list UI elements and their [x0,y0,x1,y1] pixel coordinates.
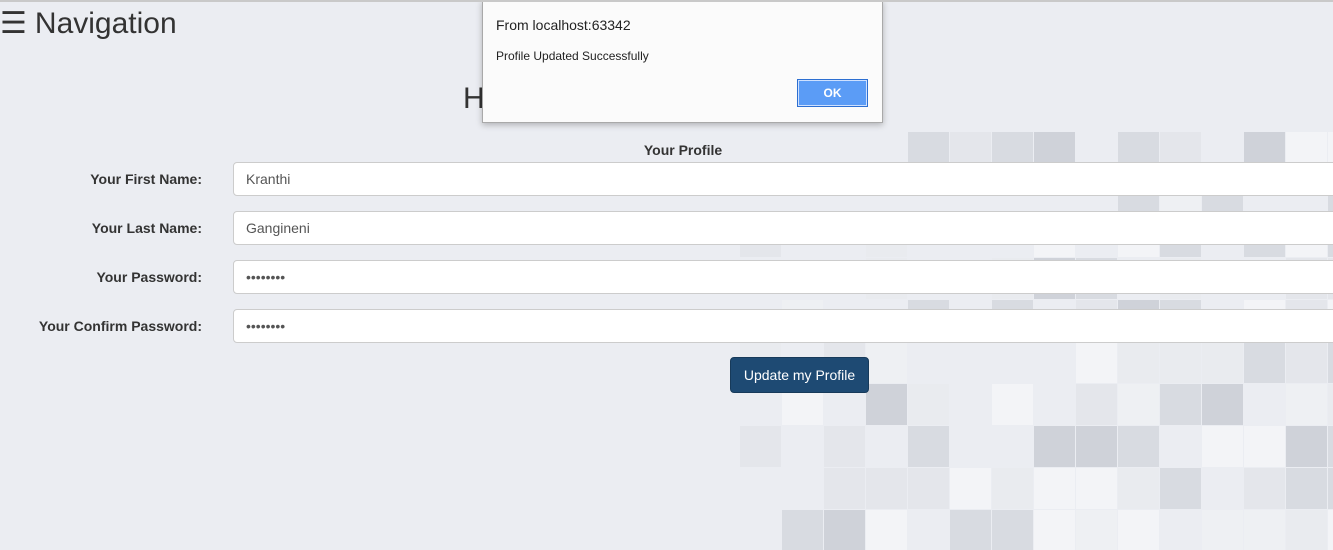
background-cube [908,468,949,509]
background-cube [1286,510,1327,550]
last-name-input[interactable] [233,211,1333,245]
hamburger-icon: ☰ [0,7,27,40]
background-cube [908,384,949,425]
background-cube [1286,468,1327,509]
background-cube [908,426,949,467]
last-name-row: Your Last Name: [0,211,1333,245]
background-cube [1244,426,1285,467]
background-cube [1244,468,1285,509]
background-cube [1244,510,1285,550]
background-cube [1328,510,1333,550]
background-cube [1286,384,1327,425]
background-cube [1328,468,1333,509]
background-cube [950,510,991,550]
background-cube [782,510,823,550]
confirm-password-input[interactable] [233,309,1333,343]
navigation-label: Navigation [34,7,177,40]
confirm-password-row: Your Confirm Password: [0,309,1333,343]
background-cube [1160,468,1201,509]
background-cube [824,426,865,467]
profile-title: Your Profile [643,142,723,158]
background-cube [1076,468,1117,509]
background-cube [1244,342,1285,383]
background-cube [866,510,907,550]
background-cube [1202,510,1243,550]
update-profile-button[interactable]: Update my Profile [730,357,869,393]
page: ☰ Navigation H m Your Profile Your First… [0,0,1333,550]
background-cube [1202,384,1243,425]
background-cube [1118,342,1159,383]
background-cube [992,468,1033,509]
background-cube [1202,342,1243,383]
first-name-label: Your First Name: [90,171,202,187]
background-cube [1328,426,1333,467]
password-input[interactable] [233,260,1333,294]
first-name-row: Your First Name: [0,162,1333,196]
background-cube [1160,342,1201,383]
background-cube [1202,426,1243,467]
navigation-toggle[interactable]: ☰ Navigation [0,6,177,42]
confirm-password-label: Your Confirm Password: [38,318,202,334]
first-name-input[interactable] [233,162,1333,196]
background-cube [1076,426,1117,467]
background-cube [1160,384,1201,425]
background-cube [1034,468,1075,509]
password-row: Your Password: [0,260,1333,294]
alert-dialog: From localhost:63342 Profile Updated Suc… [482,2,883,123]
background-cube [1328,384,1333,425]
background-cube [1286,342,1327,383]
background-cube [1076,384,1117,425]
background-cube [1118,384,1159,425]
last-name-label: Your Last Name: [91,220,202,236]
alert-title: From localhost:63342 [496,17,631,33]
background-cube [950,468,991,509]
alert-message: Profile Updated Successfully [496,49,649,63]
background-cube [824,468,865,509]
background-cube [824,510,865,550]
background-cube [1076,342,1117,383]
background-cube [1286,426,1327,467]
background-cube [1118,426,1159,467]
background-cube [992,384,1033,425]
background-cube [866,384,907,425]
background-cube [992,510,1033,550]
background-cube [1328,342,1333,383]
background-cube [1118,468,1159,509]
background-cube [740,426,781,467]
background-cube [1118,510,1159,550]
background-cube [866,342,907,383]
background-cube [1034,426,1075,467]
alert-ok-button[interactable]: OK [797,79,868,107]
background-cube [1034,510,1075,550]
background-cube [1076,510,1117,550]
background-cube [866,468,907,509]
password-label: Your Password: [96,269,202,285]
